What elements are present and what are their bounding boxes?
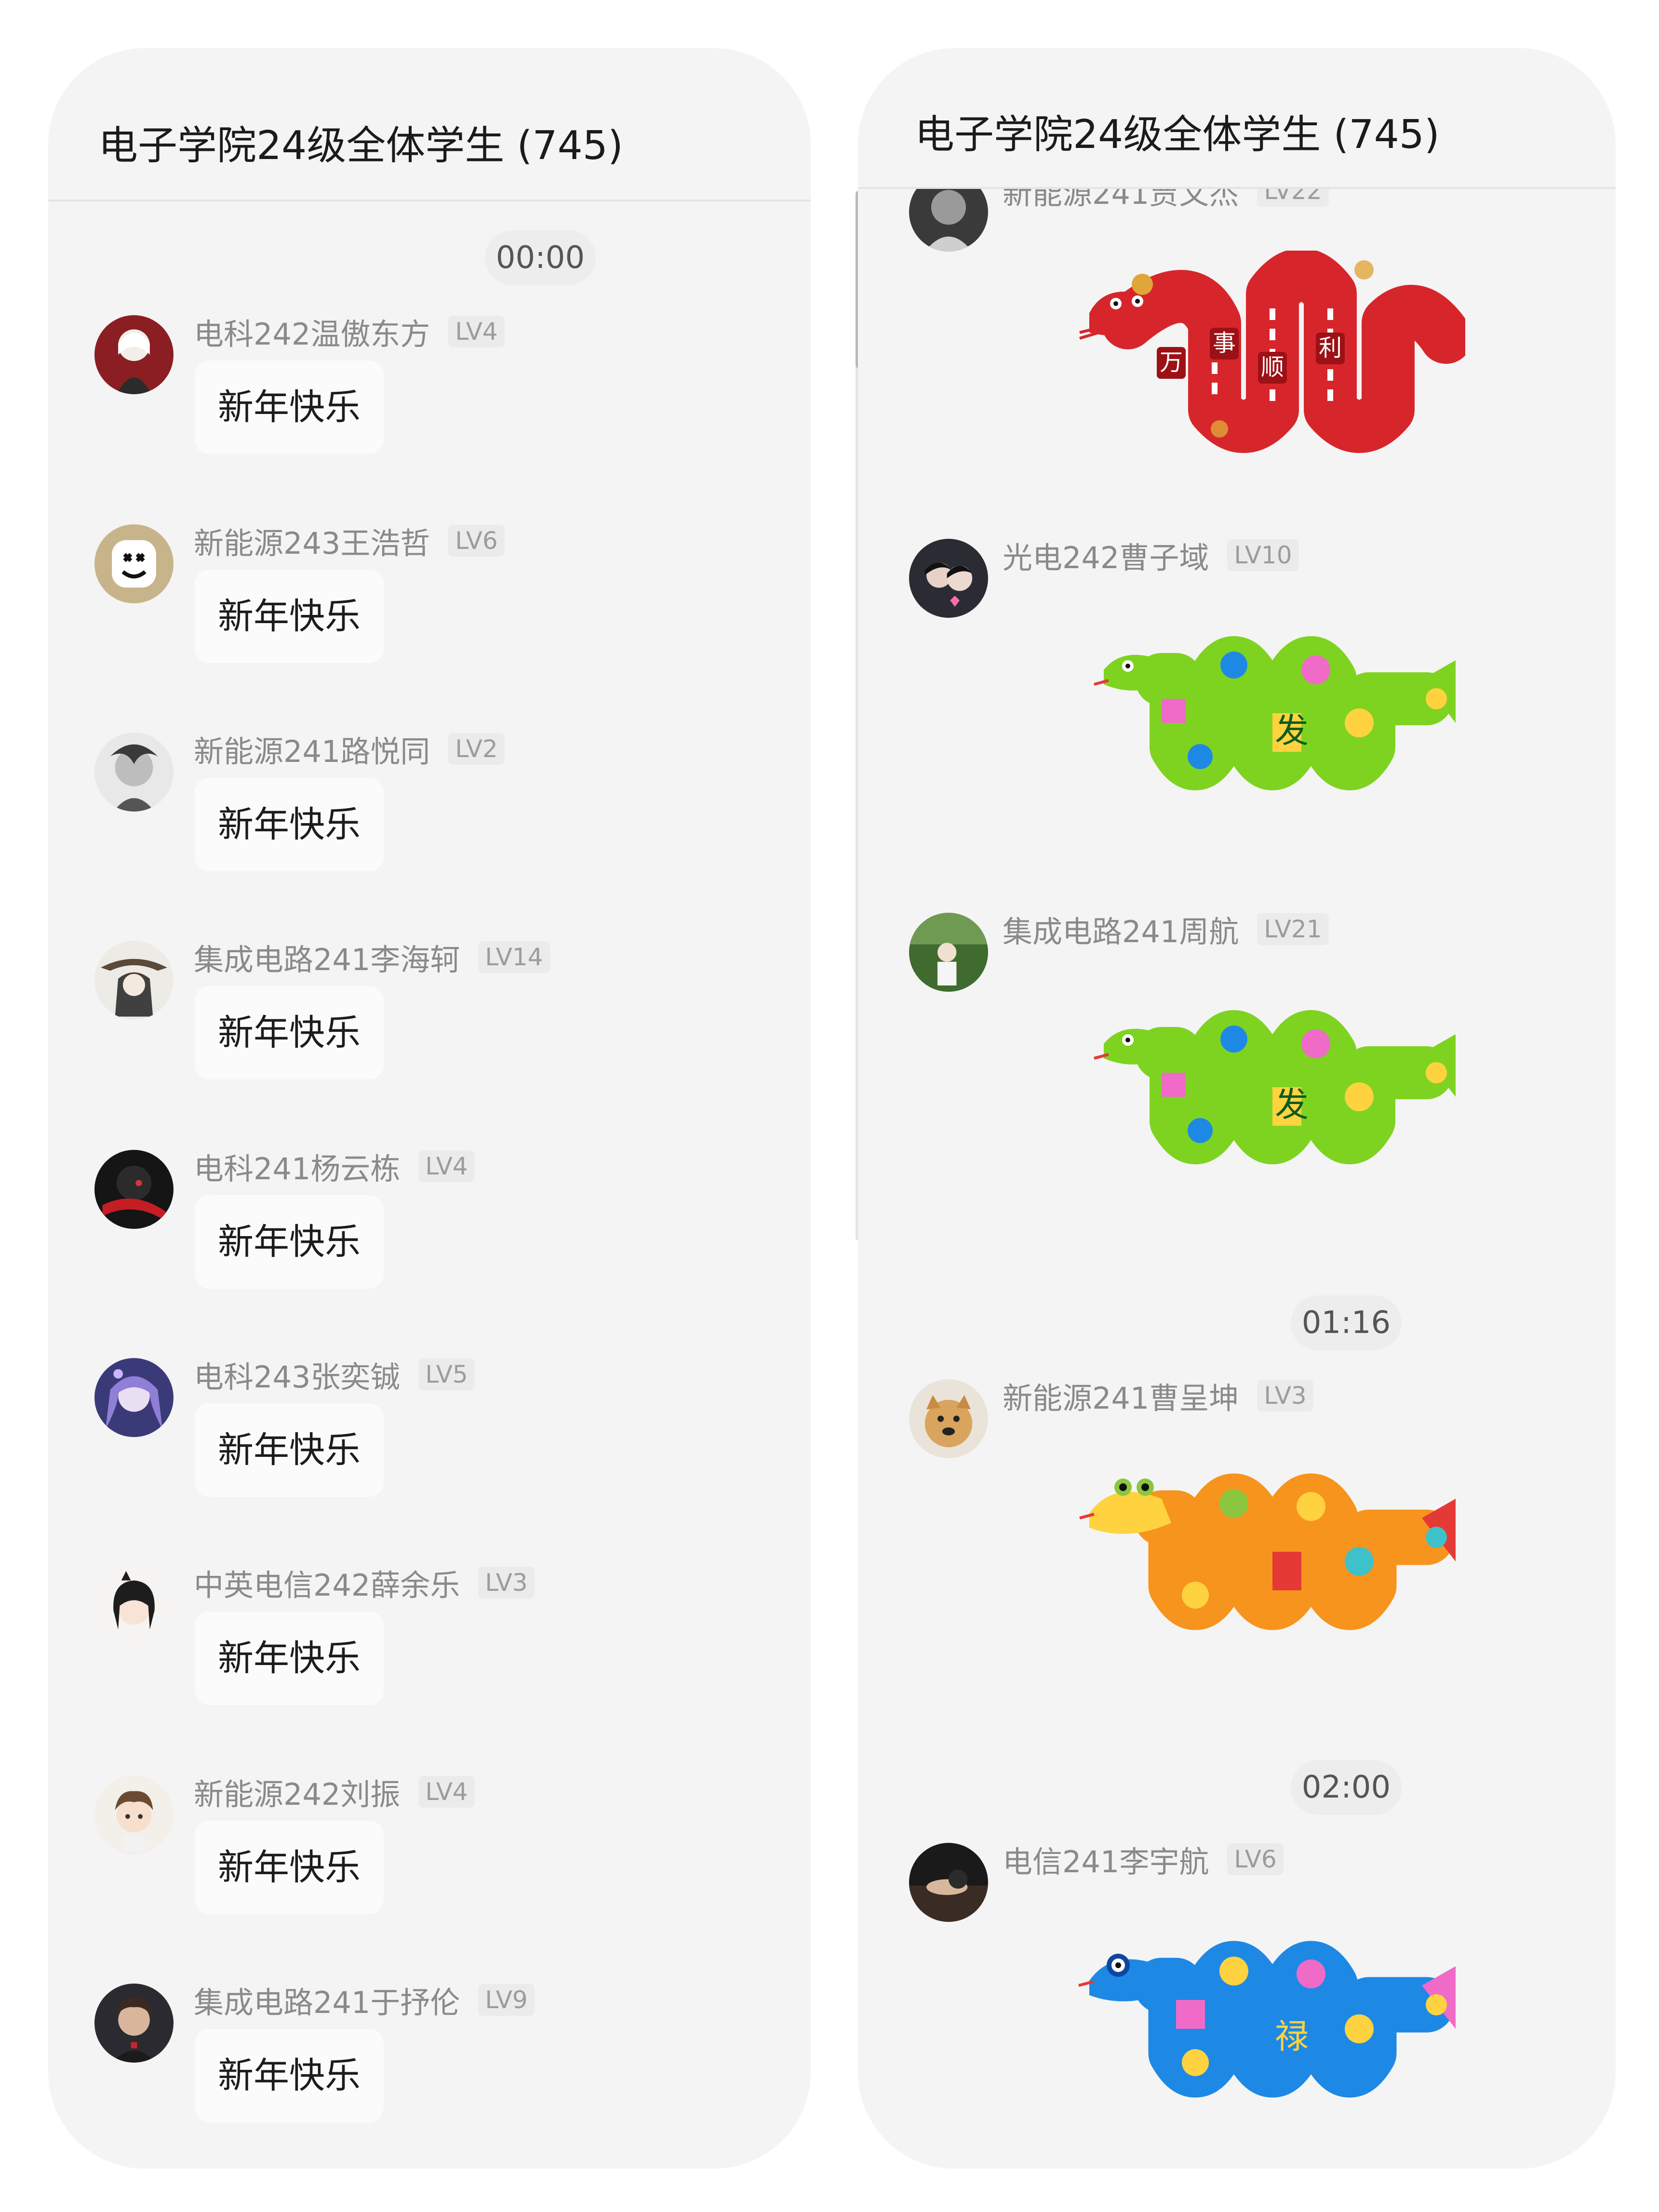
- anime-girl-avatar[interactable]: [94, 315, 174, 394]
- right-chat-panel: 新能源241贾文杰 LV22 电子学院24级全体学生 (745) 万 事 顺 利: [858, 48, 1616, 2169]
- dog-avatar[interactable]: [909, 1379, 988, 1458]
- sticker-char: 发: [1275, 711, 1309, 750]
- outdoor-photo-avatar[interactable]: [909, 913, 988, 992]
- sender-name[interactable]: 新能源241路悦同: [194, 727, 430, 771]
- message-bubble[interactable]: 新年快乐: [195, 778, 384, 871]
- sender-name[interactable]: 新能源242刘振: [194, 1770, 400, 1813]
- level-badge: LV21: [1257, 913, 1329, 945]
- sticker-char: 万: [1160, 349, 1183, 376]
- sticker-char: 利: [1319, 334, 1342, 361]
- ink-character-avatar[interactable]: [94, 941, 174, 1020]
- sender-name[interactable]: 集成电路241周航: [1003, 907, 1239, 951]
- blue-snake-sticker[interactable]: 禄: [1070, 1928, 1465, 2111]
- green-snake-sticker[interactable]: 发: [1089, 626, 1465, 800]
- sender-name[interactable]: 电科243张奕铖: [194, 1353, 400, 1396]
- sticker-char: 事: [1213, 330, 1236, 357]
- sender-name[interactable]: 电信241李宇航: [1003, 1838, 1209, 1881]
- left-chat-panel: 电子学院24级全体学生 (745) 00:00 电科242温傲东方 LV4 新年…: [48, 48, 811, 2169]
- message-sender: 新能源243王浩哲 LV6: [194, 519, 505, 562]
- sender-name[interactable]: 集成电路241李海轲: [194, 935, 460, 979]
- sender-name[interactable]: 电科241杨云栋: [194, 1145, 400, 1188]
- timestamp-pill: 01:16: [1291, 1295, 1402, 1350]
- level-badge: LV4: [448, 316, 505, 347]
- level-badge: LV9: [478, 1984, 535, 2016]
- sticker-char: 顺: [1261, 354, 1284, 381]
- timestamp-pill: 00:00: [485, 230, 596, 285]
- chat-header: 电子学院24级全体学生 (745): [858, 48, 1616, 189]
- sticker-char: 禄: [1275, 2017, 1309, 2056]
- message-bubble[interactable]: 新年快乐: [195, 360, 384, 454]
- message-bubble[interactable]: 新年快乐: [195, 1195, 384, 1289]
- level-badge: LV14: [478, 941, 550, 973]
- level-badge: LV6: [448, 525, 505, 557]
- sender-name[interactable]: 电科242温傲东方: [194, 310, 430, 353]
- level-badge: LV2: [448, 733, 505, 765]
- sender-name[interactable]: 新能源241曹呈坤: [1003, 1374, 1239, 1417]
- message-sender: 新能源241路悦同 LV2: [194, 727, 505, 771]
- dark-red-avatar[interactable]: [94, 1150, 174, 1229]
- level-badge: LV3: [478, 1567, 535, 1599]
- bob-hair-anime-avatar[interactable]: [94, 1566, 174, 1645]
- portrait-avatar[interactable]: [94, 1984, 174, 2063]
- level-badge: LV4: [418, 1150, 475, 1182]
- message-sender: 新能源242刘振 LV4: [194, 1770, 475, 1813]
- group-title: 电子学院24级全体学生 (745): [98, 123, 623, 169]
- orange-snake-sticker[interactable]: [1070, 1460, 1465, 1643]
- message-sender: 集成电路241于抒伦 LV9: [194, 1978, 535, 2022]
- message-sender: 集成电路241周航 LV21: [1003, 907, 1329, 951]
- message-sender: 电科242温傲东方 LV4: [194, 310, 505, 353]
- message-sender: 集成电路241李海轲 LV14: [194, 935, 550, 979]
- couple-avatar[interactable]: [909, 539, 988, 618]
- sender-name[interactable]: 光电242曹子域: [1003, 533, 1209, 577]
- message-bubble[interactable]: 新年快乐: [195, 2029, 384, 2122]
- purple-anime-avatar[interactable]: [94, 1358, 174, 1437]
- level-badge: LV3: [1257, 1380, 1313, 1412]
- message-sender: 电科241杨云栋 LV4: [194, 1147, 475, 1186]
- message-sender: 新能源241曹呈坤 LV3: [1003, 1374, 1313, 1417]
- message-sender: 电科243张奕铖 LV5: [194, 1353, 475, 1396]
- group-title: 电子学院24级全体学生 (745): [915, 112, 1440, 158]
- message-sender: 中英电信242薛余乐 LV3: [194, 1561, 535, 1604]
- level-badge: LV5: [418, 1359, 475, 1390]
- message-bubble[interactable]: 新年快乐: [195, 570, 384, 663]
- chibi-avatar[interactable]: [94, 1775, 174, 1854]
- message-sender: 电信241李宇航 LV6: [1003, 1840, 1284, 1879]
- message-sender: 光电242曹子域 LV10: [1003, 533, 1299, 577]
- sender-name[interactable]: 中英电信242薛余乐: [194, 1561, 460, 1604]
- marshmello-avatar[interactable]: [94, 524, 174, 603]
- sketch-avatar[interactable]: [94, 733, 174, 812]
- red-snake-sticker[interactable]: 万 事 顺 利: [1070, 251, 1465, 453]
- green-snake-sticker[interactable]: 发: [1089, 1000, 1465, 1174]
- level-badge: LV6: [1227, 1843, 1284, 1875]
- level-badge: LV10: [1227, 539, 1299, 571]
- chat-header: 电子学院24级全体学生 (745): [48, 48, 811, 201]
- dark-photo-avatar[interactable]: [909, 1843, 988, 1922]
- message-bubble[interactable]: 新年快乐: [195, 1403, 384, 1497]
- level-badge: LV4: [418, 1776, 475, 1808]
- message-bubble[interactable]: 新年快乐: [195, 1821, 384, 1914]
- sender-name[interactable]: 集成电路241于抒伦: [194, 1978, 460, 2022]
- sender-name[interactable]: 新能源243王浩哲: [194, 519, 430, 562]
- sticker-char: 发: [1275, 1085, 1309, 1124]
- message-bubble[interactable]: 新年快乐: [195, 1612, 384, 1705]
- timestamp-pill: 02:00: [1291, 1760, 1402, 1815]
- message-bubble[interactable]: 新年快乐: [195, 986, 384, 1079]
